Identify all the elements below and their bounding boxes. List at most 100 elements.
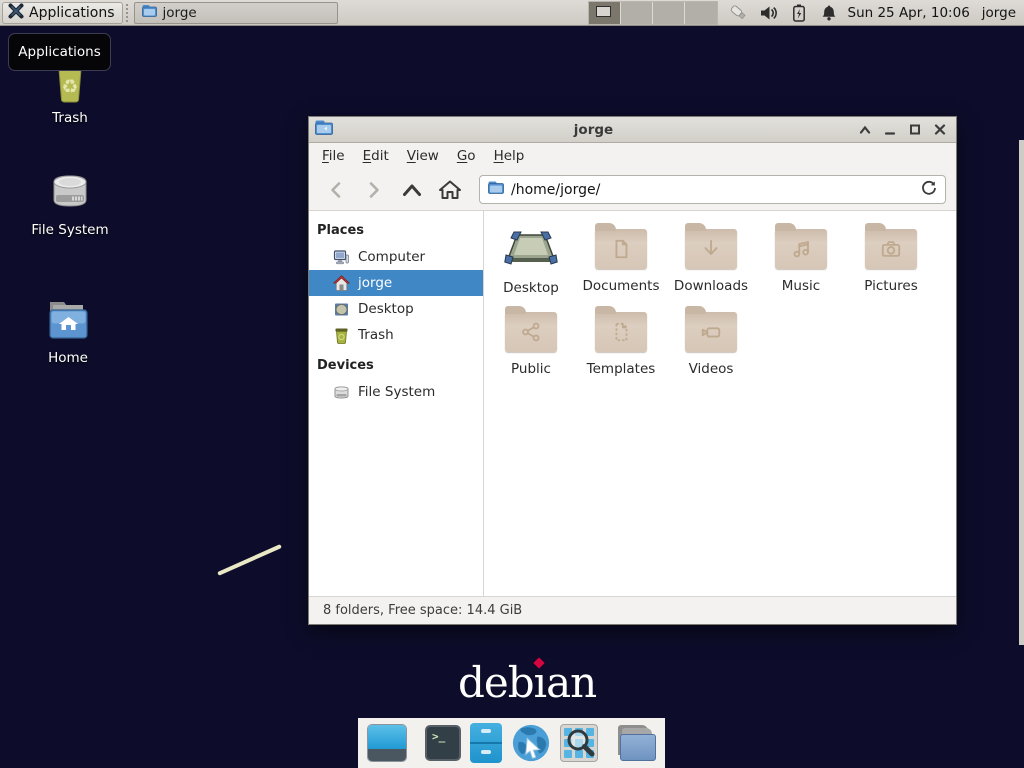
dock-file-cabinet-icon[interactable] (470, 723, 502, 763)
file-item-desktop[interactable]: Desktop (486, 223, 576, 296)
notification-bell-icon[interactable] (820, 4, 838, 22)
file-item-music[interactable]: Music (756, 223, 846, 296)
sidebar-item-computer[interactable]: Computer (309, 244, 483, 270)
recycle-symbol: ♻ (61, 78, 78, 97)
video-camera-emblem-icon (685, 312, 737, 352)
file-item-downloads[interactable]: Downloads (666, 223, 756, 296)
file-label-desktop: Desktop (486, 280, 576, 296)
sidebar-computer-label: Computer (358, 249, 425, 265)
template-emblem-icon (595, 312, 647, 352)
workspace-window-preview (596, 6, 611, 17)
taskbar-window-button[interactable]: jorge (134, 2, 338, 24)
file-item-videos[interactable]: Videos (666, 306, 756, 377)
up-button[interactable] (395, 175, 429, 205)
offscreen-window-edge (1019, 140, 1024, 645)
documents-folder-icon (595, 229, 647, 269)
battery-icon[interactable] (790, 4, 808, 22)
drive-small-icon (333, 384, 350, 401)
pathbar-text[interactable]: /home/jorge/ (511, 182, 914, 198)
public-folder-icon (505, 312, 557, 352)
forward-button[interactable] (357, 175, 391, 205)
filesystem-drive-icon (22, 168, 118, 216)
taskbar-folder-icon (142, 4, 157, 21)
window-controls (854, 120, 950, 140)
dock-window-icon[interactable] (367, 723, 407, 763)
file-label-videos: Videos (666, 361, 756, 377)
window-body: Places Computer (309, 211, 956, 596)
workspace-4[interactable] (685, 2, 717, 24)
home-button[interactable] (433, 175, 467, 205)
menu-view[interactable]: View (398, 144, 448, 168)
sidebar-desktop-label: Desktop (358, 301, 414, 317)
applications-tooltip: Applications (8, 33, 111, 71)
sidebar: Places Computer (309, 211, 484, 596)
menu-go[interactable]: Go (448, 144, 485, 168)
applications-menu-button[interactable]: Applications (2, 2, 123, 24)
desktop-icon-home[interactable]: Home (20, 296, 116, 366)
document-emblem-icon (595, 229, 647, 269)
tooltip-label: Applications (18, 44, 100, 60)
window-titlebar[interactable]: jorge (309, 117, 956, 143)
templates-folder-icon (595, 312, 647, 352)
shade-button[interactable] (854, 120, 875, 140)
dock-folder-icon[interactable] (616, 723, 656, 763)
pathbar[interactable]: /home/jorge/ (479, 175, 946, 204)
menu-help[interactable]: Help (485, 144, 534, 168)
desktop-icon-filesystem[interactable]: File System (22, 168, 118, 238)
panel-username[interactable]: jorge (982, 5, 1016, 21)
music-folder-icon (775, 229, 827, 269)
dock-web-browser-icon[interactable] (511, 723, 551, 763)
panel-clock[interactable]: Sun 25 Apr, 10:06 (848, 5, 970, 21)
removable-media-icon[interactable] (730, 4, 748, 22)
desktop-icon (333, 301, 350, 318)
music-notes-emblem-icon (775, 229, 827, 269)
volume-icon[interactable] (760, 4, 778, 22)
menu-file[interactable]: File (313, 144, 354, 168)
file-item-documents[interactable]: Documents (576, 223, 666, 296)
minimize-button[interactable] (879, 120, 900, 140)
file-item-templates[interactable]: Templates (576, 306, 666, 377)
applications-menu-label: Applications (29, 5, 115, 21)
menu-edit[interactable]: Edit (354, 144, 398, 168)
camera-emblem-icon (865, 229, 917, 269)
debian-logo-part1: deb (458, 658, 534, 707)
workspace-1[interactable] (589, 2, 621, 24)
sidebar-item-filesystem[interactable]: File System (309, 379, 483, 405)
pencil-cursor-line (217, 544, 282, 576)
file-manager-window: jorge File Edit View Go Help (308, 116, 957, 625)
bottom-dock: >_ (358, 718, 665, 768)
file-label-pictures: Pictures (846, 278, 936, 294)
back-button[interactable] (319, 175, 353, 205)
trash-small-icon (333, 327, 350, 344)
system-tray (730, 4, 838, 22)
close-button[interactable] (929, 120, 950, 140)
sidebar-item-trash[interactable]: Trash (309, 322, 483, 348)
downloads-folder-icon (685, 229, 737, 269)
maximize-button[interactable] (904, 120, 925, 140)
workspace-3[interactable] (653, 2, 685, 24)
reload-icon[interactable] (921, 180, 937, 200)
home-icon (333, 275, 350, 292)
workspace-2[interactable] (621, 2, 653, 24)
file-item-pictures[interactable]: Pictures (846, 223, 936, 296)
file-item-public[interactable]: Public (486, 306, 576, 377)
dock-terminal-icon[interactable]: >_ (425, 723, 461, 763)
sidebar-home-label: jorge (358, 275, 392, 291)
home-label: Home (20, 350, 116, 366)
trash-label: Trash (22, 110, 118, 126)
file-label-templates: Templates (576, 361, 666, 377)
statusbar: 8 folders, Free space: 14.4 GiB (309, 596, 956, 624)
sidebar-item-home[interactable]: jorge (309, 270, 483, 296)
debian-logo-i: ı (534, 658, 546, 707)
file-row-2: Public Templates (486, 306, 956, 377)
window-folder-icon (315, 120, 333, 139)
workspace-switcher (588, 1, 718, 25)
debian-wallpaper-logo: debıan (458, 662, 596, 704)
debian-logo-part2: an (546, 658, 596, 707)
filesystem-label: File System (22, 222, 118, 238)
sidebar-item-desktop[interactable]: Desktop (309, 296, 483, 322)
dock-app-finder-icon[interactable] (560, 723, 598, 763)
statusbar-text: 8 folders, Free space: 14.4 GiB (323, 603, 522, 618)
file-label-public: Public (486, 361, 576, 377)
top-panel: Applications jorge (0, 0, 1024, 26)
